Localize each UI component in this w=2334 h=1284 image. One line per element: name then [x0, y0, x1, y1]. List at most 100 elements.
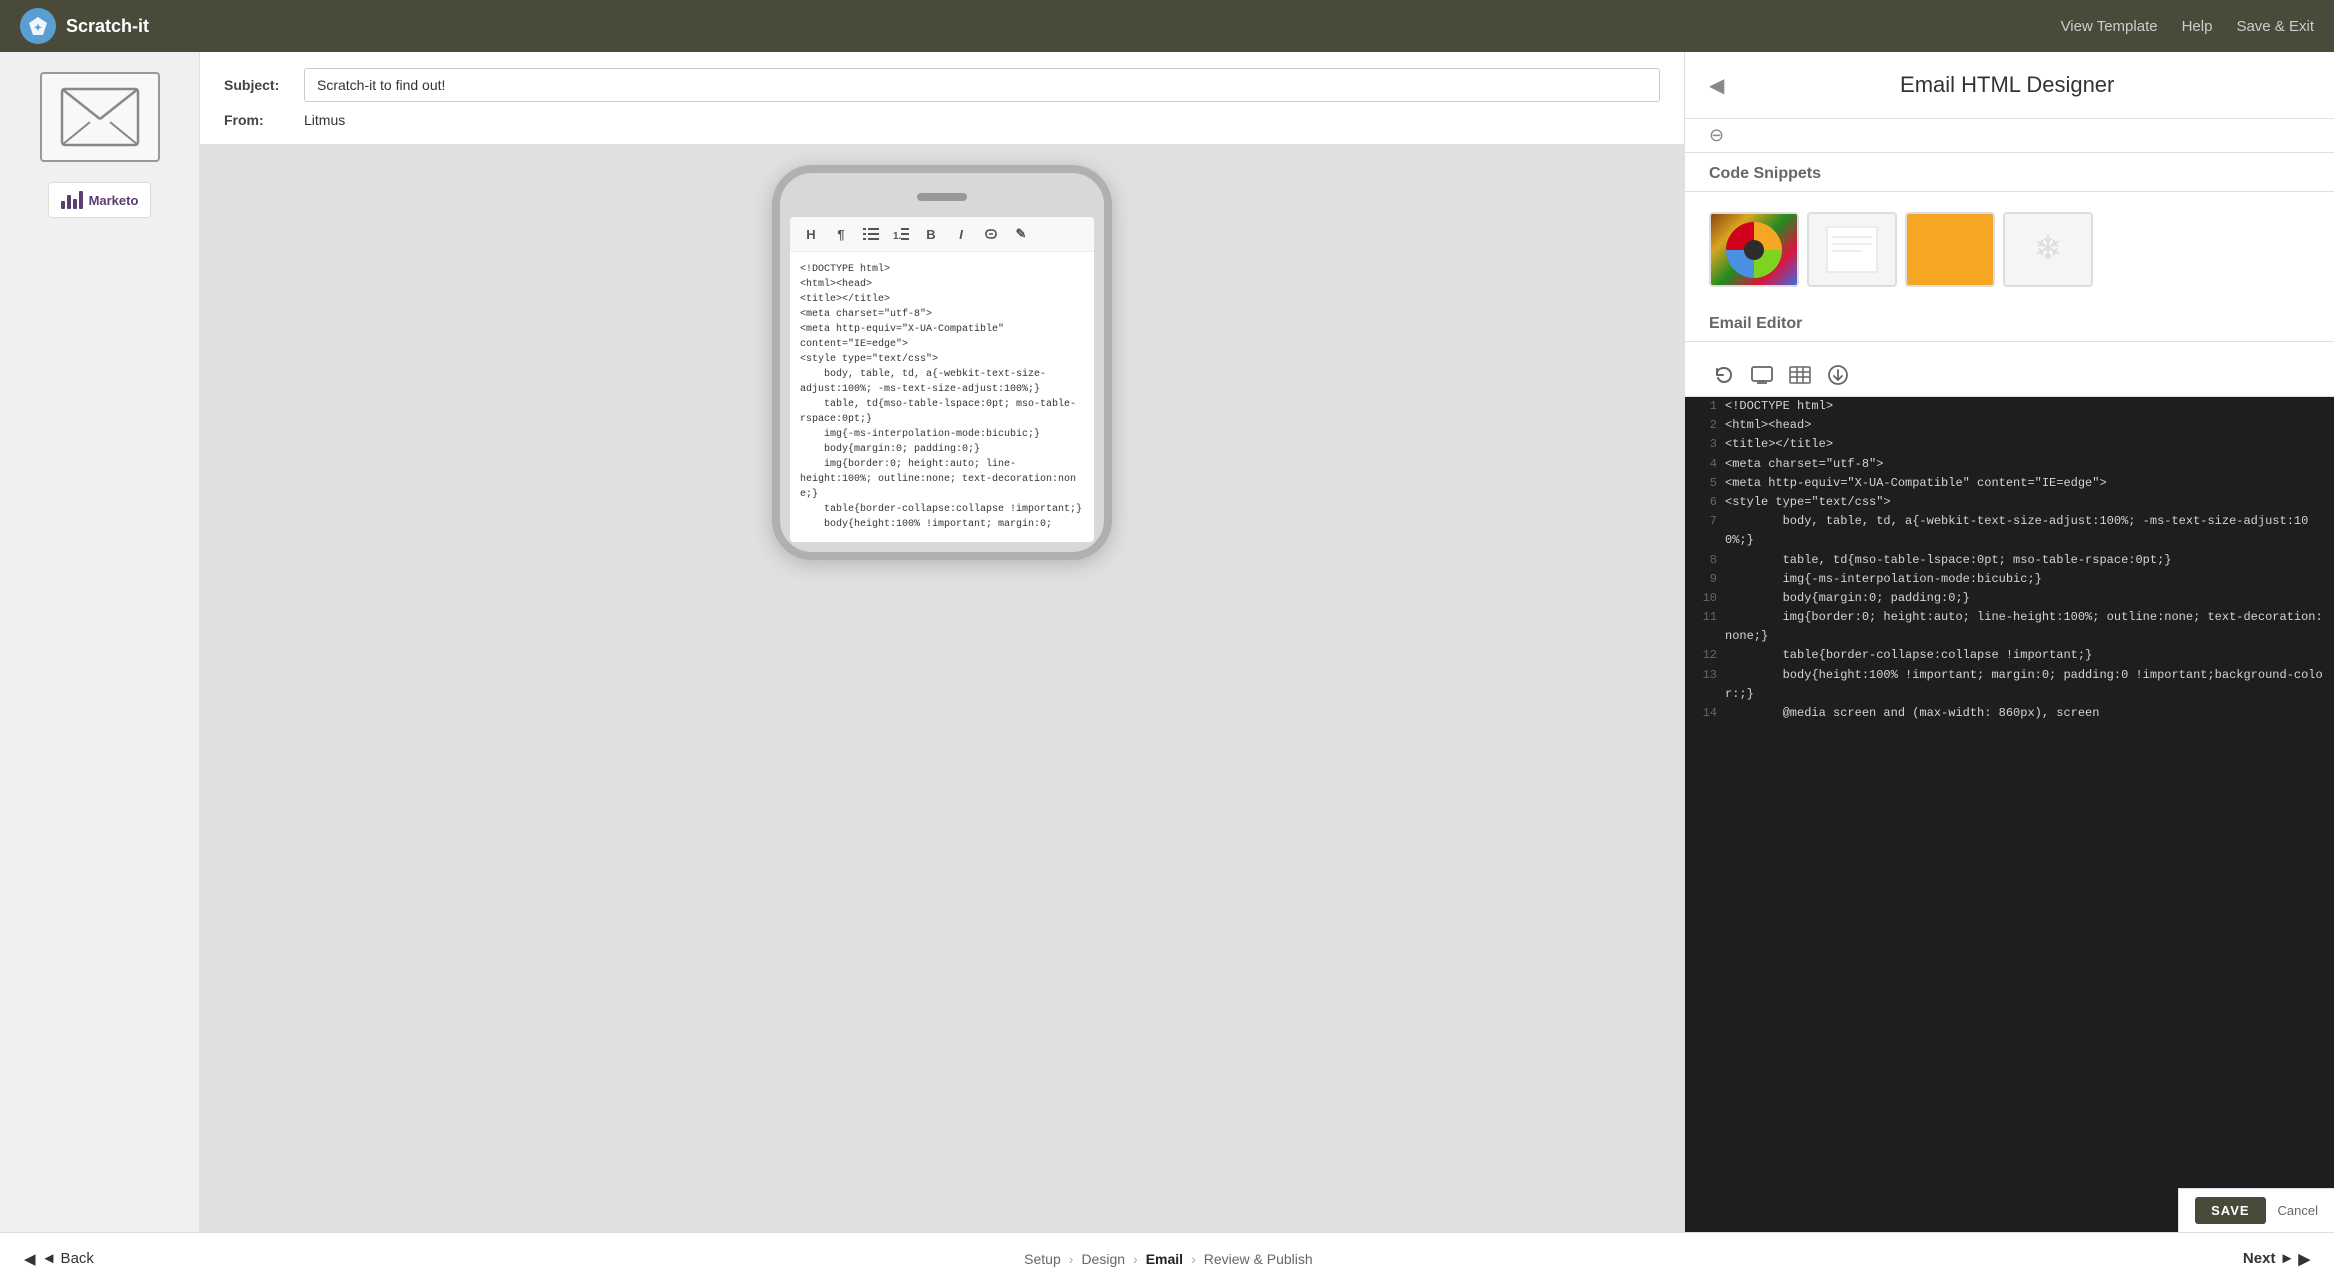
snippet-thumbnail-4[interactable]: ❄	[2003, 212, 2093, 287]
help-link[interactable]: Help	[2182, 18, 2213, 35]
code-line: 6<style type="text/css">	[1685, 493, 2334, 512]
code-editor-wrapper: 1<!DOCTYPE html>2<html><head>3<title></t…	[1685, 397, 2334, 1232]
back-arrow-button[interactable]: ◀	[1709, 73, 1724, 98]
app-name: Scratch-it	[66, 16, 149, 37]
pencil-button[interactable]: ✎	[1010, 223, 1032, 245]
left-panel: Marketo	[0, 52, 200, 1232]
snippet-img-snowflake: ❄	[2005, 214, 2091, 285]
next-button[interactable]: Next ► ▶	[2243, 1250, 2310, 1268]
breadcrumb-review[interactable]: Review & Publish	[1204, 1251, 1313, 1267]
subject-input[interactable]	[304, 68, 1660, 102]
editor-icons-row	[1685, 354, 2334, 397]
email-editor-divider	[1685, 341, 2334, 342]
phone-speaker	[917, 193, 967, 201]
code-line: 10 body{margin:0; padding:0;}	[1685, 589, 2334, 608]
from-row: From: Litmus	[224, 112, 1660, 128]
download-button[interactable]	[1823, 362, 1853, 388]
panel-title: Email HTML Designer	[1740, 72, 2274, 98]
email-icon	[60, 87, 140, 147]
bold-button[interactable]: B	[920, 223, 942, 245]
marketo-label: Marketo	[89, 193, 139, 208]
code-line: 13 body{height:100% !important; margin:0…	[1685, 666, 2334, 704]
code-line: 3<title></title>	[1685, 435, 2334, 454]
save-exit-link[interactable]: Save & Exit	[2236, 18, 2314, 35]
snippet-thumbnail-3[interactable]	[1905, 212, 1995, 287]
ol-icon: 1.	[893, 227, 909, 241]
snowflake-snippet-icon: ❄	[2018, 222, 2078, 277]
from-label: From:	[224, 112, 304, 128]
subject-row: Subject:	[224, 68, 1660, 102]
save-button[interactable]: SAVE	[2195, 1197, 2265, 1224]
code-editor[interactable]: 1<!DOCTYPE html>2<html><head>3<title></t…	[1685, 397, 2334, 1232]
breadcrumb-sep-1: ›	[1069, 1251, 1074, 1267]
bottom-navigation: ◀ ◄ Back Setup › Design › Email › Review…	[0, 1232, 2334, 1284]
code-line: 8 table, td{mso-table-lspace:0pt; mso-ta…	[1685, 551, 2334, 570]
back-button[interactable]: ◀ ◄ Back	[24, 1250, 94, 1268]
email-editor-section: Email Editor	[1685, 303, 2334, 1232]
collapse-button[interactable]: ⊖	[1685, 119, 2334, 153]
code-line: 11 img{border:0; height:auto; line-heigh…	[1685, 608, 2334, 646]
unordered-list-button[interactable]	[860, 223, 882, 245]
table-button[interactable]	[1785, 362, 1815, 388]
svg-text:1.: 1.	[893, 231, 902, 241]
snippet-img-wheel	[1711, 214, 1797, 285]
breadcrumb-setup[interactable]: Setup	[1024, 1251, 1061, 1267]
link-icon	[982, 227, 1000, 241]
svg-text:❄: ❄	[2034, 230, 2063, 268]
email-editor-title: Email Editor	[1685, 303, 2334, 341]
snippet-img-orange	[1907, 214, 1993, 285]
email-icon-container	[40, 72, 160, 162]
code-snippets-title: Code Snippets	[1685, 153, 2334, 191]
heading-button[interactable]: H	[800, 223, 822, 245]
download-icon	[1828, 365, 1848, 385]
breadcrumb-email[interactable]: Email	[1146, 1251, 1183, 1267]
code-line: 2<html><head>	[1685, 416, 2334, 435]
paragraph-button[interactable]: ¶	[830, 223, 852, 245]
next-label: Next ►	[2243, 1250, 2295, 1267]
marketo-bars-icon	[61, 191, 83, 209]
app-logo: ✦ Scratch-it	[20, 8, 149, 44]
ordered-list-button[interactable]: 1.	[890, 223, 912, 245]
back-label: ◄ Back	[42, 1250, 94, 1267]
svg-text:✦: ✦	[34, 23, 42, 34]
main-content: Marketo Subject: From: Litmus H	[0, 52, 2334, 1232]
snippet-img-blank	[1809, 214, 1895, 285]
right-panel: ◀ Email HTML Designer ⊖ Code Snippets	[1684, 52, 2334, 1232]
undo-icon	[1714, 366, 1734, 384]
breadcrumb-design[interactable]: Design	[1081, 1251, 1125, 1267]
phone-preview-area: H ¶	[200, 145, 1684, 1232]
link-button[interactable]	[980, 223, 1002, 245]
back-arrow-icon: ◀	[24, 1250, 36, 1268]
undo-button[interactable]	[1709, 362, 1739, 388]
email-meta-section: Subject: From: Litmus	[200, 52, 1684, 145]
editor-toolbar: H ¶	[790, 217, 1094, 252]
ul-icon	[863, 227, 879, 241]
breadcrumb: Setup › Design › Email › Review & Publis…	[94, 1251, 2243, 1267]
view-template-link[interactable]: View Template	[2061, 18, 2158, 35]
table-icon	[1789, 366, 1811, 384]
code-line: 12 table{border-collapse:collapse !impor…	[1685, 646, 2334, 665]
save-cancel-bar: SAVE Cancel	[2178, 1188, 2334, 1232]
color-wheel-icon	[1724, 220, 1784, 280]
snippet-thumbnail-1[interactable]	[1709, 212, 1799, 287]
snippet-thumbnail-2[interactable]	[1807, 212, 1897, 287]
cancel-button[interactable]: Cancel	[2278, 1203, 2318, 1218]
phone-mockup: H ¶	[772, 165, 1112, 560]
next-arrow-icon: ▶	[2298, 1250, 2310, 1268]
snippets-grid: ❄	[1685, 204, 2334, 303]
code-line: 1<!DOCTYPE html>	[1685, 397, 2334, 416]
logo-icon: ✦	[20, 8, 56, 44]
italic-button[interactable]: I	[950, 223, 972, 245]
top-nav-actions: View Template Help Save & Exit	[2061, 18, 2314, 35]
phone-content: H ¶	[790, 217, 1094, 542]
desktop-icon	[1751, 366, 1773, 384]
subject-label: Subject:	[224, 77, 304, 93]
code-line: 4<meta charset="utf-8">	[1685, 455, 2334, 474]
breadcrumb-sep-2: ›	[1133, 1251, 1138, 1267]
marketo-logo: Marketo	[48, 182, 152, 218]
top-navigation: ✦ Scratch-it View Template Help Save & E…	[0, 0, 2334, 52]
center-panel: Subject: From: Litmus H ¶	[200, 52, 1684, 1232]
right-panel-header: ◀ Email HTML Designer	[1685, 52, 2334, 119]
desktop-view-button[interactable]	[1747, 362, 1777, 388]
code-line: 7 body, table, td, a{-webkit-text-size-a…	[1685, 512, 2334, 550]
